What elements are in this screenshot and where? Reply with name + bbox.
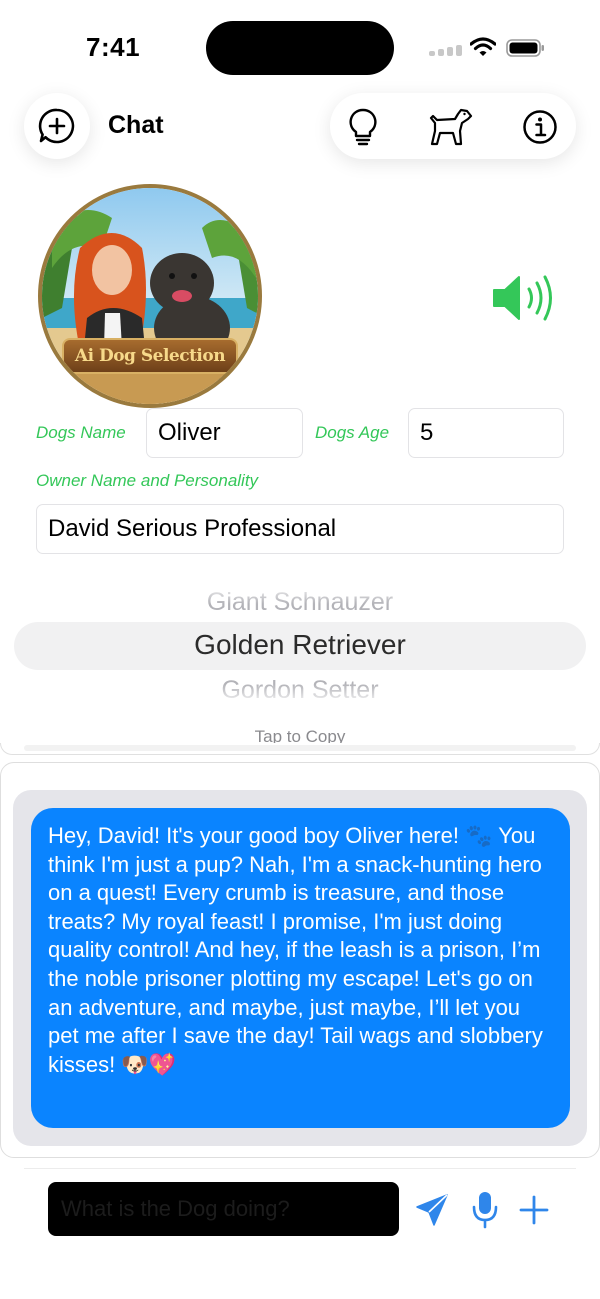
info-button[interactable]: [520, 107, 560, 147]
dogs-name-field[interactable]: Oliver: [146, 408, 303, 458]
microphone-icon: [472, 1192, 498, 1229]
dog-icon: [429, 108, 473, 146]
owner-field[interactable]: David Serious Professional: [36, 504, 564, 554]
sheet-edge-inner: [24, 745, 576, 751]
owner-label: Owner Name and Personality: [36, 471, 259, 490]
dogs-name-label: Dogs Name: [36, 423, 126, 442]
new-chat-button[interactable]: [24, 93, 90, 159]
wifi-icon: [470, 37, 496, 56]
lightbulb-icon: [349, 108, 377, 146]
dog-breeds-button[interactable]: [426, 107, 474, 147]
plus-icon: [519, 1195, 549, 1225]
plus-circle-icon: [38, 108, 75, 144]
picker-fade-bottom: [0, 684, 600, 706]
dynamic-island: [206, 21, 394, 75]
send-icon: [416, 1194, 448, 1226]
logo-banner: Ai Dog Selection: [62, 338, 238, 374]
logo-text: Ai Dog Selection: [74, 346, 226, 366]
dog-message-bubble[interactable]: Hey, David! It's your good boy Oliver he…: [31, 808, 570, 1128]
cellular-signal-icon: [429, 42, 463, 56]
toolbar: [330, 93, 576, 159]
dogs-age-field[interactable]: 5: [408, 408, 564, 458]
add-button[interactable]: [516, 1190, 552, 1230]
status-time: 7:41: [86, 32, 141, 62]
prompt-input[interactable]: [61, 1196, 398, 1222]
prompt-input-field[interactable]: [48, 1182, 399, 1236]
breed-picker-selected-item[interactable]: Golden Retriever: [0, 629, 600, 661]
tips-button[interactable]: [343, 107, 383, 147]
speaker-icon[interactable]: [492, 274, 558, 322]
dogs-age-label: Dogs Age: [315, 423, 390, 442]
microphone-button[interactable]: [467, 1190, 503, 1230]
info-icon: [523, 110, 557, 144]
send-button[interactable]: [414, 1190, 450, 1230]
page-title: Chat: [108, 111, 164, 139]
battery-icon: [506, 39, 544, 57]
picker-fade-top: [0, 582, 600, 604]
logo-illustration: [42, 188, 258, 404]
app-logo: Ai Dog Selection: [38, 184, 262, 408]
